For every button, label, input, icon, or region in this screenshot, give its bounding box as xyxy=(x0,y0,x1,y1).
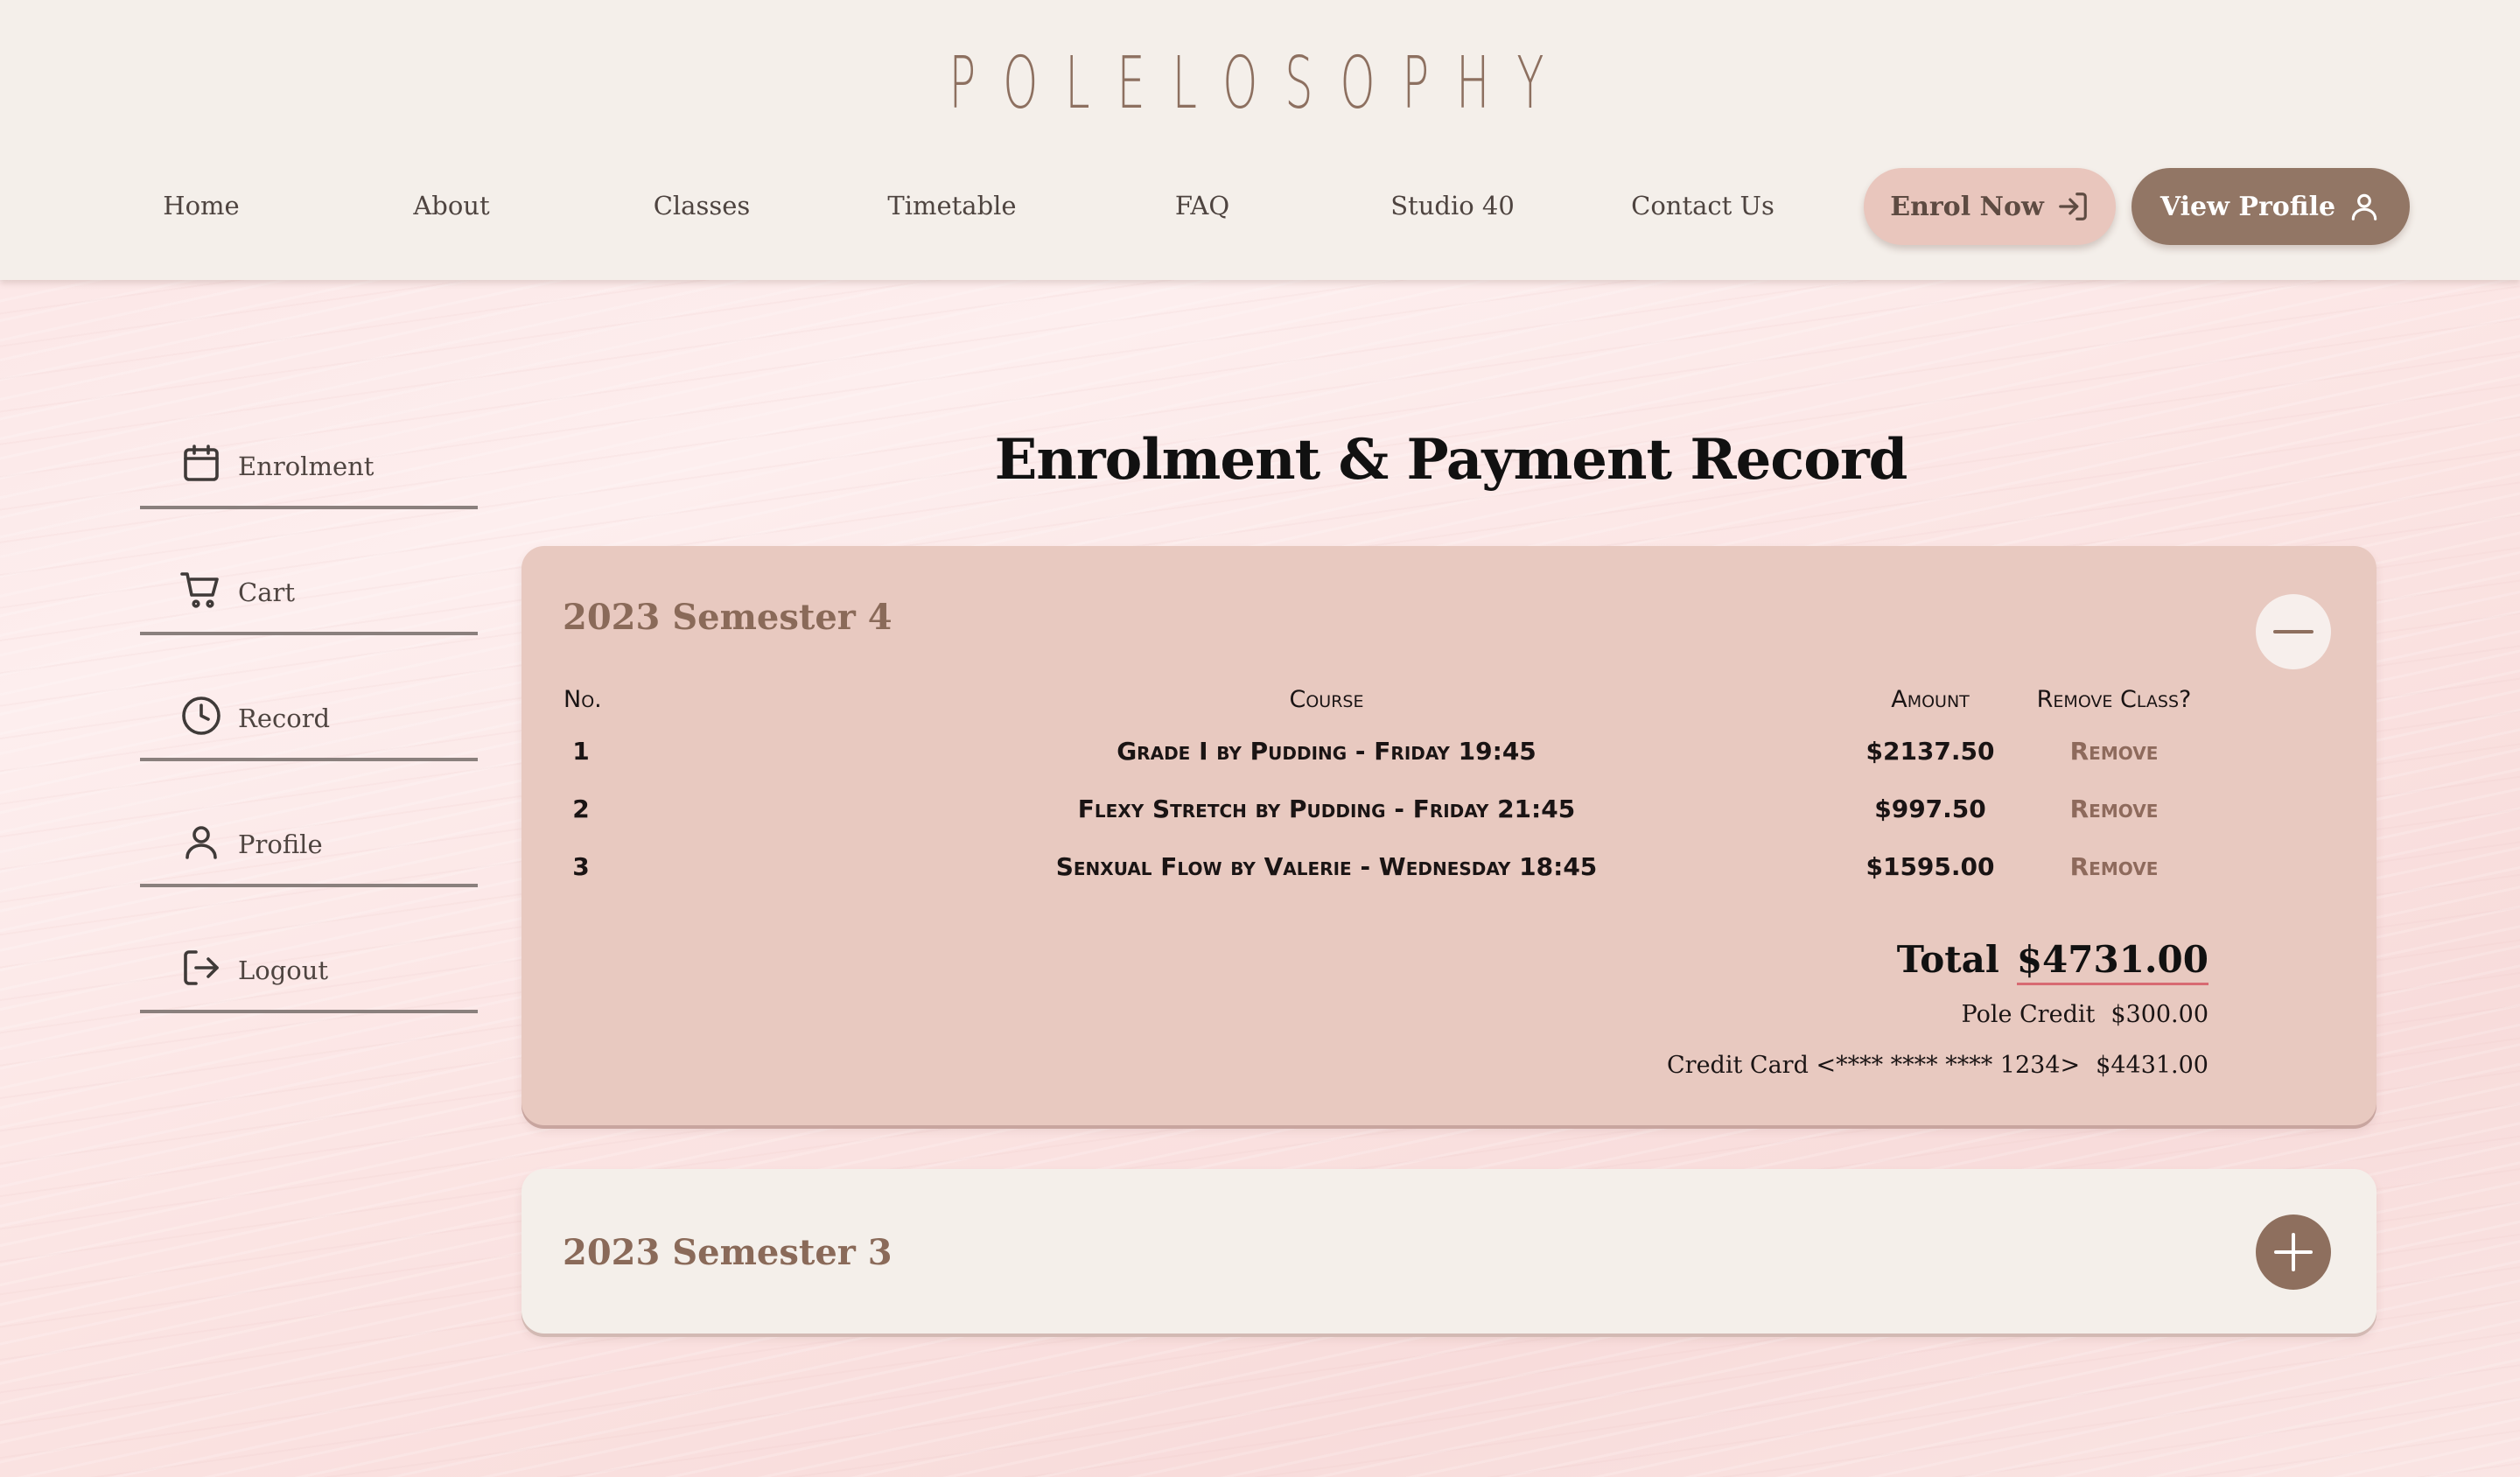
column-header-course: Course xyxy=(1289,686,1364,713)
sidebar-item-enrolment[interactable]: Enrolment xyxy=(140,427,478,509)
nav-classes[interactable]: Classes xyxy=(606,191,798,220)
course-name: Grade I by Pudding - Friday 19:45 xyxy=(1116,737,1536,766)
sidebar-item-label: Record xyxy=(238,704,331,733)
nav-contact-us[interactable]: Contact Us xyxy=(1606,191,1799,220)
semester-title[interactable]: 2023 Semester 4 xyxy=(563,597,892,638)
sidebar-item-cart[interactable]: Cart xyxy=(140,553,478,635)
nav-faq[interactable]: FAQ xyxy=(1106,191,1298,220)
sidebar-item-record[interactable]: Record xyxy=(140,679,478,761)
total-value: $4731.00 xyxy=(2016,938,2208,985)
sidebar-item-label: Cart xyxy=(238,578,295,607)
payment-value: $300.00 xyxy=(2110,1001,2208,1028)
sidebar-item-label: Logout xyxy=(238,956,329,985)
nav-studio-40[interactable]: Studio 40 xyxy=(1356,191,1549,220)
row-number: 1 xyxy=(572,737,590,766)
cart-icon xyxy=(180,569,222,611)
semester-panel-collapsed: 2023 Semester 3 xyxy=(522,1169,2376,1334)
sidebar-item-label: Enrolment xyxy=(238,452,374,481)
payment-value: $4431.00 xyxy=(2096,1052,2208,1079)
semester-title[interactable]: 2023 Semester 3 xyxy=(563,1232,892,1273)
calendar-icon xyxy=(180,443,222,485)
user-icon xyxy=(2348,190,2381,223)
row-number: 2 xyxy=(572,794,590,823)
login-arrow-icon xyxy=(2056,190,2090,223)
nav-home[interactable]: Home xyxy=(105,191,298,220)
course-name: Flexy Stretch by Pudding - Friday 21:45 xyxy=(1077,794,1576,823)
enrol-now-button[interactable]: Enrol Now xyxy=(1864,168,2116,245)
payment-row-pole-credit: Pole Credit $300.00 xyxy=(1962,1001,2209,1028)
nav-about[interactable]: About xyxy=(355,191,548,220)
payment-row-credit-card: Credit Card <**** **** **** 1234> $4431.… xyxy=(1667,1052,2208,1079)
column-header-amount: Amount xyxy=(1891,686,1970,713)
brand-logo[interactable]: POLELOSOPHY xyxy=(479,40,2041,128)
view-profile-label: View Profile xyxy=(2160,191,2336,222)
course-amount: $2137.50 xyxy=(1866,737,1995,766)
column-header-no: No. xyxy=(564,686,602,713)
column-header-remove: Remove Class? xyxy=(2036,686,2192,713)
site-header: POLELOSOPHY Home About Classes Timetable… xyxy=(0,0,2520,280)
user-icon xyxy=(180,821,222,863)
page-title: Enrolment & Payment Record xyxy=(994,427,1908,493)
expand-button[interactable] xyxy=(2256,1214,2331,1290)
logout-icon xyxy=(180,947,222,989)
payment-label: Credit Card <**** **** **** 1234> xyxy=(1667,1052,2081,1079)
clock-icon xyxy=(180,695,222,737)
enrol-now-label: Enrol Now xyxy=(1890,191,2044,222)
remove-class-button[interactable]: Remove xyxy=(2026,852,2202,881)
semester-panel-expanded: 2023 Semester 4 No. Course Amount Remove… xyxy=(522,546,2376,1125)
course-amount: $997.50 xyxy=(1874,794,1986,823)
sidebar-item-label: Profile xyxy=(238,830,323,859)
payment-label: Pole Credit xyxy=(1961,1001,2096,1028)
total-label: Total xyxy=(1896,938,1999,981)
row-number: 3 xyxy=(572,852,590,881)
remove-class-button[interactable]: Remove xyxy=(2026,737,2202,766)
total-row: Total $4731.00 xyxy=(1897,938,2208,985)
collapse-button[interactable] xyxy=(2256,594,2331,669)
course-name: Senxual Flow by Valerie - Wednesday 18:4… xyxy=(1055,852,1598,881)
nav-timetable[interactable]: Timetable xyxy=(856,191,1048,220)
sidebar-item-profile[interactable]: Profile xyxy=(140,805,478,887)
sidebar-item-logout[interactable]: Logout xyxy=(140,931,478,1013)
remove-class-button[interactable]: Remove xyxy=(2026,794,2202,823)
view-profile-button[interactable]: View Profile xyxy=(2132,168,2410,245)
course-amount: $1595.00 xyxy=(1866,852,1995,881)
